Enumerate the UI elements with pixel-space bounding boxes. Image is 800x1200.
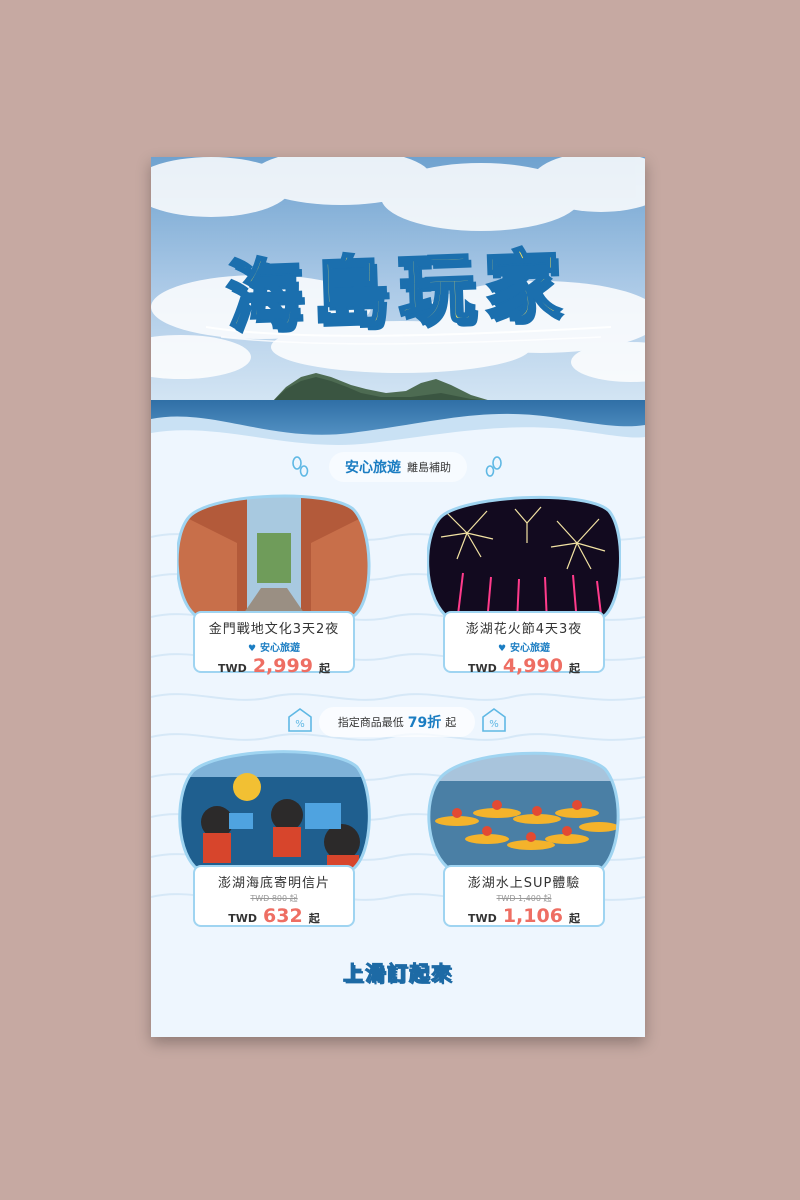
price-row: TWD 1,106 起 — [445, 905, 603, 927]
safe-travel-tag: ♥ 安心旅遊 — [445, 639, 603, 654]
original-price: TWD 800 起 — [250, 894, 298, 903]
safe-travel-label: 安心旅遊 — [345, 460, 401, 476]
deal-title: 澎湖水上SUP體驗 — [467, 876, 581, 891]
kinmen-alley-photo — [177, 493, 371, 623]
discount-prefix: 指定商品最低 — [337, 716, 404, 729]
footprint-icon — [481, 454, 507, 480]
currency-label: TWD — [228, 912, 258, 925]
discount-suffix: 起 — [445, 716, 457, 729]
price-suffix: 起 — [568, 912, 580, 925]
poster-title: 海島玩家 — [223, 239, 573, 343]
deal-card-kinmen[interactable]: 金門戰地文化3天2夜 ♥ 安心旅遊 TWD 2,999 起 — [177, 493, 371, 691]
price-suffix: 起 — [308, 912, 320, 925]
percent-tag-icon: % — [287, 707, 313, 733]
safe-travel-tag: ♥ 安心旅遊 — [195, 639, 353, 654]
discount-percent: 79折 — [407, 715, 442, 731]
safe-travel-pill: 安心旅遊 離島補助 — [329, 452, 467, 482]
currency-label: TWD — [468, 912, 497, 925]
snorkel-postcard-photo — [177, 747, 371, 877]
swipe-up-cta[interactable]: 上滑訂起來 — [151, 957, 645, 986]
price-suffix: 起 — [318, 662, 330, 675]
heart-icon: ♥ — [247, 644, 257, 654]
deal-card-underwater-postcard[interactable]: 澎湖海底寄明信片 TWD 800 起 TWD 632 起 — [177, 747, 371, 945]
footprint-icon — [287, 454, 313, 480]
discount-pill: 指定商品最低 79折 起 — [319, 707, 475, 737]
percent-tag-icon: % — [481, 707, 507, 733]
deal-card-fireworks[interactable]: 澎湖花火節4天3夜 ♥ 安心旅遊 TWD 4,990 起 — [427, 493, 621, 691]
deal-info-box: 金門戰地文化3天2夜 ♥ 安心旅遊 TWD 2,999 起 — [193, 611, 355, 677]
subsidy-label: 離島補助 — [407, 461, 451, 474]
price-row: TWD 632 起 — [195, 905, 353, 927]
fireworks-photo — [427, 493, 621, 623]
currency-label: TWD — [468, 662, 497, 675]
deal-info-box: 澎湖水上SUP體驗 TWD 1,400 起 TWD 1,106 起 — [443, 865, 605, 927]
promo-poster: 海島玩家 安心旅遊 離島補助 金門戰地文化3天2夜 ♥ 安心旅遊 TWD 2,9… — [151, 157, 645, 1037]
svg-text:%: % — [489, 719, 499, 730]
price-value: 4,990 — [502, 655, 563, 677]
svg-text:%: % — [295, 719, 305, 730]
deal-title: 澎湖花火節4天3夜 — [465, 622, 583, 637]
heart-icon: ♥ — [497, 644, 507, 654]
deal-title: 澎湖海底寄明信片 — [217, 876, 330, 891]
price-value: 1,106 — [502, 905, 563, 927]
deal-card-sup[interactable]: 澎湖水上SUP體驗 TWD 1,400 起 TWD 1,106 起 — [427, 747, 621, 945]
sup-kayak-photo — [427, 747, 621, 877]
currency-label: TWD — [218, 662, 247, 675]
safe-travel-tag-label: 安心旅遊 — [510, 643, 551, 654]
price-value: 632 — [263, 905, 303, 927]
deal-title: 金門戰地文化3天2夜 — [208, 622, 340, 637]
original-price: TWD 1,400 起 — [496, 894, 552, 903]
hero-banner: 海島玩家 — [151, 157, 645, 447]
price-suffix: 起 — [568, 662, 580, 675]
price-value: 2,999 — [252, 655, 313, 677]
price-row: TWD 2,999 起 — [195, 655, 353, 677]
safe-travel-tag-label: 安心旅遊 — [260, 643, 301, 654]
price-row: TWD 4,990 起 — [445, 655, 603, 677]
deal-info-box: 澎湖花火節4天3夜 ♥ 安心旅遊 TWD 4,990 起 — [443, 611, 605, 677]
deal-info-box: 澎湖海底寄明信片 TWD 800 起 TWD 632 起 — [193, 865, 355, 927]
